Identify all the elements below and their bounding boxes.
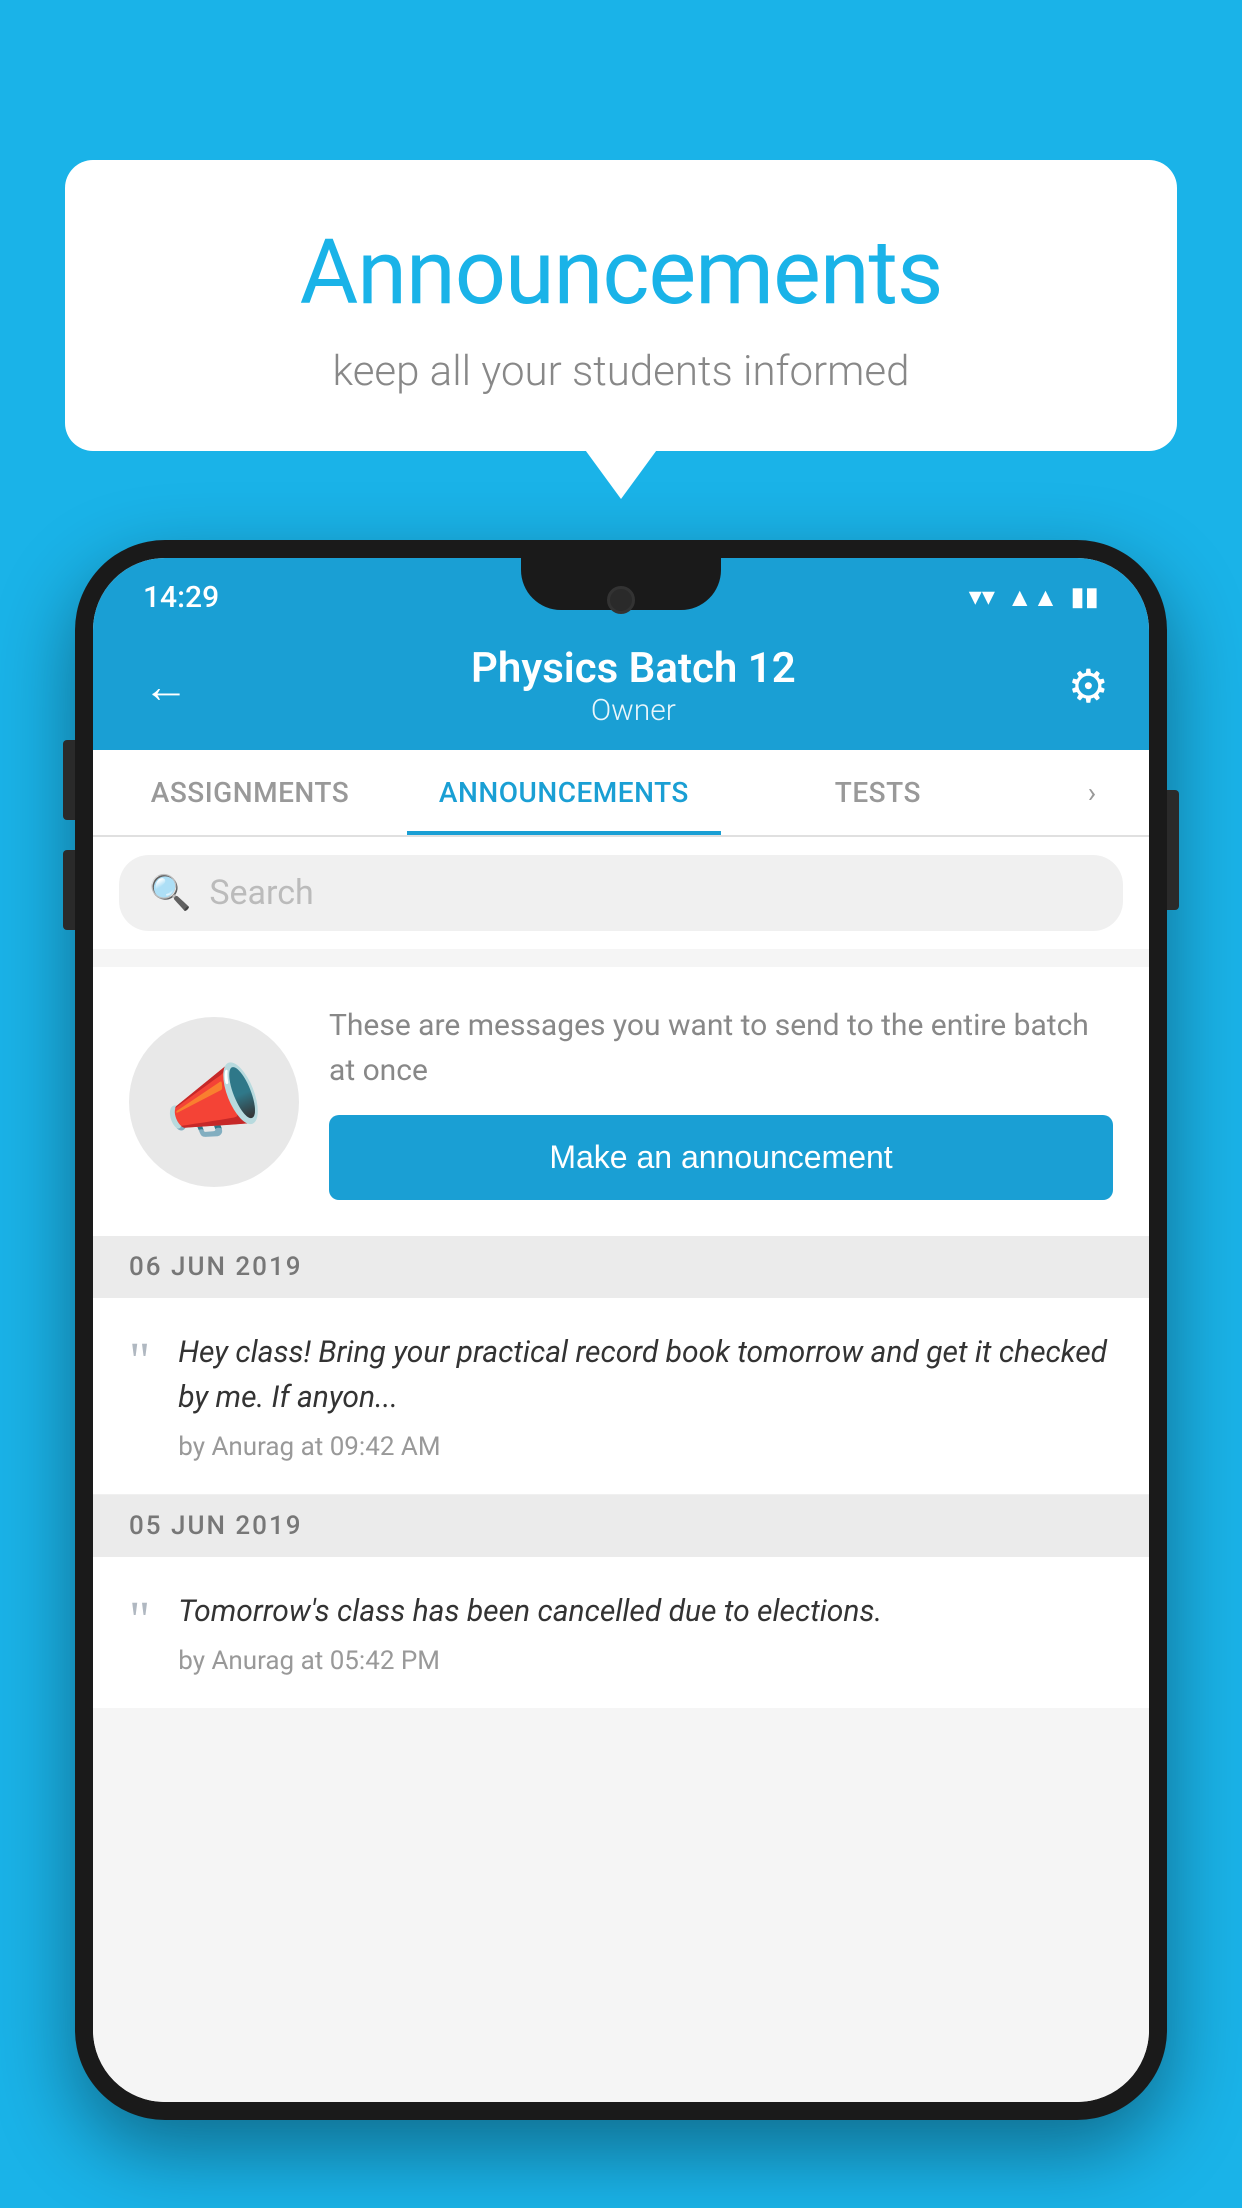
wifi-icon: ▾▾: [969, 582, 995, 612]
volume-down-button: [63, 850, 75, 930]
announcement-text-2: Tomorrow's class has been cancelled due …: [178, 1589, 1113, 1676]
announcement-description: These are messages you want to send to t…: [329, 1003, 1113, 1093]
search-input[interactable]: Search: [209, 873, 313, 913]
speech-bubble-subtitle: keep all your students informed: [145, 347, 1097, 396]
phone-outer-shell: 14:29 ▾▾ ▲▲ ▮▮ ← Physics Batch 12 Owner …: [75, 540, 1167, 2120]
tab-more[interactable]: ›: [1035, 750, 1149, 835]
settings-button[interactable]: ⚙: [1068, 659, 1109, 714]
status-icons: ▾▾ ▲▲ ▮▮: [969, 582, 1099, 613]
screen-content: 🔍 Search 📣 These are messages you want t…: [93, 837, 1149, 2102]
volume-up-button: [63, 740, 75, 820]
signal-icon: ▲▲: [1007, 582, 1058, 613]
search-bar[interactable]: 🔍 Search: [119, 855, 1123, 931]
status-time: 14:29: [143, 580, 219, 615]
announcement-icon-circle: 📣: [129, 1017, 299, 1187]
phone-notch: [521, 558, 721, 610]
megaphone-icon: 📣: [164, 1055, 264, 1149]
tab-bar: ASSIGNMENTS ANNOUNCEMENTS TESTS ›: [93, 750, 1149, 837]
announcement-right-panel: These are messages you want to send to t…: [329, 1003, 1113, 1200]
quote-icon-1: ": [129, 1336, 150, 1388]
battery-icon: ▮▮: [1070, 582, 1099, 612]
announcement-placeholder-card: 📣 These are messages you want to send to…: [93, 967, 1149, 1236]
speech-bubble: Announcements keep all your students inf…: [65, 160, 1177, 451]
speech-bubble-title: Announcements: [145, 220, 1097, 325]
announcement-meta-1: by Anurag at 09:42 AM: [178, 1432, 1113, 1462]
header-title: Physics Batch 12: [471, 644, 796, 693]
search-container: 🔍 Search: [93, 837, 1149, 949]
app-header: ← Physics Batch 12 Owner ⚙: [93, 626, 1149, 750]
date-separator-2: 05 JUN 2019: [93, 1495, 1149, 1557]
date-separator-1: 06 JUN 2019: [93, 1236, 1149, 1298]
tab-assignments[interactable]: ASSIGNMENTS: [93, 750, 407, 835]
quote-icon-2: ": [129, 1595, 150, 1647]
back-button[interactable]: ←: [133, 649, 199, 724]
phone-screen: 14:29 ▾▾ ▲▲ ▮▮ ← Physics Batch 12 Owner …: [93, 558, 1149, 2102]
header-center: Physics Batch 12 Owner: [471, 644, 796, 728]
announcement-meta-2: by Anurag at 05:42 PM: [178, 1646, 1113, 1676]
announcement-item-2[interactable]: " Tomorrow's class has been cancelled du…: [93, 1557, 1149, 1708]
front-camera: [607, 586, 635, 614]
search-icon: 🔍: [149, 873, 191, 913]
announcement-text-1: Hey class! Bring your practical record b…: [178, 1330, 1113, 1462]
announcement-message-1: Hey class! Bring your practical record b…: [178, 1330, 1113, 1420]
tab-announcements[interactable]: ANNOUNCEMENTS: [407, 750, 721, 835]
announcement-message-2: Tomorrow's class has been cancelled due …: [178, 1589, 1113, 1634]
make-announcement-button[interactable]: Make an announcement: [329, 1115, 1113, 1200]
phone-mockup: 14:29 ▾▾ ▲▲ ▮▮ ← Physics Batch 12 Owner …: [75, 540, 1167, 2208]
tab-tests[interactable]: TESTS: [721, 750, 1035, 835]
power-button: [1167, 790, 1179, 910]
header-subtitle: Owner: [471, 693, 796, 728]
announcement-item-1[interactable]: " Hey class! Bring your practical record…: [93, 1298, 1149, 1495]
speech-bubble-container: Announcements keep all your students inf…: [65, 160, 1177, 451]
